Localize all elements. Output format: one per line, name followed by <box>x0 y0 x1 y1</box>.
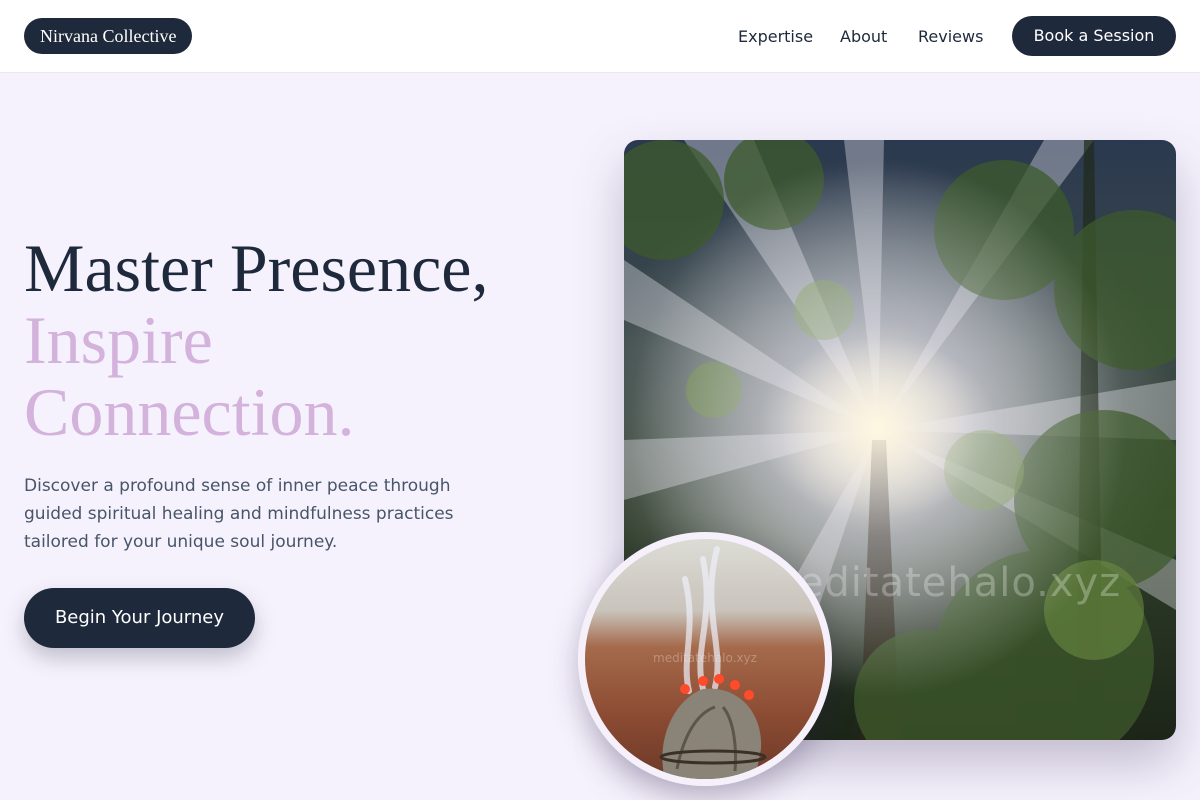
site-header: Nirvana Collective Expertise About Revie… <box>0 0 1200 73</box>
headline-line-2: Inspire <box>24 302 213 378</box>
nav-item-reviews[interactable]: Reviews <box>918 0 983 72</box>
brand-logo[interactable]: Nirvana Collective <box>24 18 193 54</box>
hero-description: Discover a profound sense of inner peace… <box>24 476 454 552</box>
nav-item-expertise[interactable]: Expertise <box>738 0 813 72</box>
begin-journey-button[interactable]: Begin Your Journey <box>24 588 255 648</box>
hero-headline: Master Presence, Inspire Connection. <box>24 232 584 448</box>
nav-link-expertise[interactable]: Expertise <box>738 27 813 46</box>
headline-line-1: Master Presence, <box>24 230 489 306</box>
nav-item-about[interactable]: About <box>840 0 887 72</box>
incense-smoke-image: meditatehalo.xyz <box>578 532 832 786</box>
nav-link-reviews[interactable]: Reviews <box>918 27 983 46</box>
circle-image-watermark: meditatehalo.xyz <box>653 651 757 665</box>
headline-line-3: Connection. <box>24 374 355 450</box>
nav-link-about[interactable]: About <box>840 27 887 46</box>
book-session-button[interactable]: Book a Session <box>1012 16 1176 56</box>
